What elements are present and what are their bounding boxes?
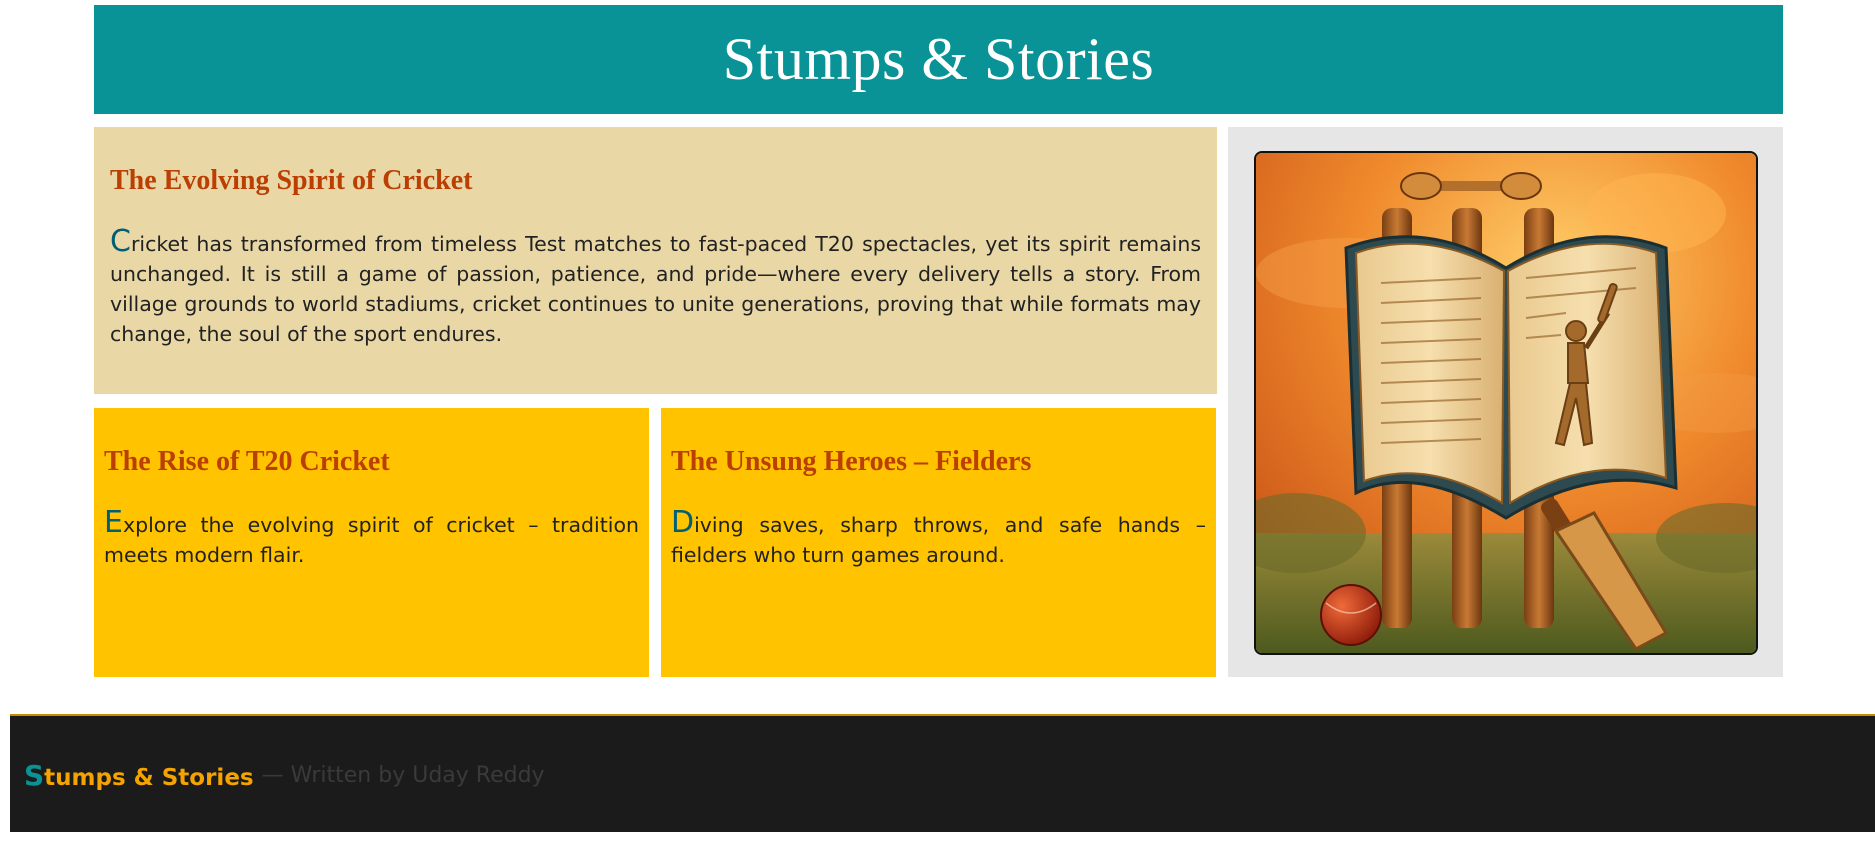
illustration-svg — [1256, 153, 1756, 653]
open-book-icon — [1344, 235, 1678, 520]
card-t20: The Rise of T20 Cricket Explore the evol… — [94, 408, 649, 677]
card-text: xplore the evolving spirit of cricket – … — [104, 513, 639, 567]
site-footer: Stumps & Stories — Written by Uday Reddy — [10, 714, 1875, 832]
footer-credit: — Written by Uday Reddy — [261, 762, 545, 788]
cricket-book-illustration — [1254, 151, 1758, 655]
card-text: iving saves, sharp throws, and safe hand… — [671, 513, 1206, 567]
card-heading: The Unsung Heroes – Fielders — [671, 446, 1032, 477]
dropcap: E — [104, 505, 123, 540]
main-article-heading: The Evolving Spirit of Cricket — [110, 165, 473, 196]
main-article: The Evolving Spirit of Cricket Cricket h… — [94, 127, 1217, 394]
image-panel — [1228, 127, 1783, 677]
footer-brand-dropcap: S — [24, 758, 45, 792]
cricket-ball-icon — [1320, 584, 1382, 646]
site-title: Stumps & Stories — [722, 26, 1155, 92]
footer-brand-text: tumps & Stories — [44, 764, 254, 791]
card-body: Diving saves, sharp throws, and safe han… — [671, 508, 1206, 570]
footer-brand: Stumps & Stories — [24, 759, 254, 792]
card-body: Explore the evolving spirit of cricket –… — [104, 508, 639, 570]
main-article-text: ricket has transformed from timeless Tes… — [110, 232, 1201, 346]
card-heading: The Rise of T20 Cricket — [104, 446, 390, 477]
site-header: Stumps & Stories — [94, 5, 1783, 114]
dropcap: D — [671, 505, 695, 540]
dropcap: C — [110, 224, 131, 259]
main-article-body: Cricket has transformed from timeless Te… — [110, 227, 1201, 349]
card-fielders: The Unsung Heroes – Fielders Diving save… — [661, 408, 1216, 677]
